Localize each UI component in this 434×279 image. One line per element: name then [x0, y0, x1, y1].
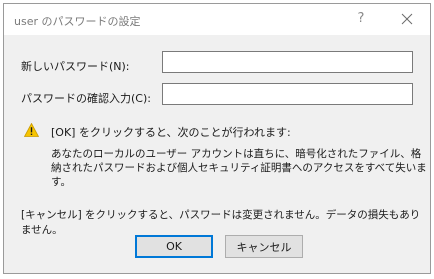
- new-password-label: 新しいパスワード(N):: [21, 60, 130, 73]
- confirm-password-label: パスワードの確認入力(C):: [21, 92, 151, 105]
- cancel-button[interactable]: キャンセル: [225, 235, 303, 258]
- close-icon: [401, 13, 413, 25]
- help-button[interactable]: ?: [350, 8, 372, 30]
- warning-icon: [24, 123, 39, 137]
- dialog-title: user のパスワードの設定: [14, 15, 141, 28]
- confirm-password-field[interactable]: [162, 83, 413, 105]
- ok-button[interactable]: OK: [135, 235, 213, 258]
- title-bar: user のパスワードの設定 ?: [4, 4, 430, 35]
- new-password-field[interactable]: [162, 51, 413, 73]
- warning-body: あなたのローカルのユーザー アカウントは直ちに、暗号化されたファイル、格納された…: [51, 148, 427, 188]
- help-icon: ?: [357, 11, 365, 26]
- warning-title: [OK] をクリックすると、次のことが行われます:: [51, 126, 291, 139]
- cancel-note: [キャンセル] をクリックすると、パスワードは変更されません。データの損失もあり…: [21, 209, 421, 236]
- set-password-dialog: user のパスワードの設定 ? 新しいパスワード(N): パスワードの確認入力…: [3, 3, 431, 274]
- close-button[interactable]: [394, 8, 420, 30]
